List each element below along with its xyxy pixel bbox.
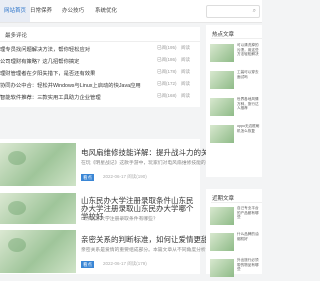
hot-article-thumbnail[interactable] (210, 44, 234, 62)
article-summary: 山东民办大学注册录取条件有哪些？ (81, 217, 158, 222)
article-thumbnail[interactable] (0, 230, 76, 273)
article-tag[interactable]: 看点 (81, 174, 94, 181)
recent-article-thumbnail[interactable] (210, 259, 234, 277)
nav-item-home[interactable]: 网站首页 (0, 0, 31, 22)
hot-article-item[interactable]: 可以清洗掉的污渍，用这些方法轻松解决 (210, 42, 262, 66)
list-item[interactable]: 智能软件推荐：三款实用工具助力企业管理 已阅(168) 阅读 (0, 91, 200, 103)
divider (211, 202, 262, 203)
article-thumbnail[interactable] (0, 143, 76, 186)
list-item[interactable]: 协同办公中合：轻松并Windows与Linux上启动的快Java应用 已阅(17… (0, 79, 200, 91)
most-commented-card: 最多评论 理专员找问题解决方法，帮你轻松应对 已阅(195) 阅读 公司理财有策… (0, 27, 200, 107)
hot-article-title[interactable]: 世界各地风情万种，旅行达人推荐 (237, 97, 262, 111)
list-item[interactable]: 公司理财有策略？这几招帮你搞定 已阅(186) 阅读 (0, 55, 200, 67)
article-meta: 2022-06-17 阅读(190) (103, 174, 147, 179)
list-item-read: 阅读 (181, 45, 190, 50)
divider (0, 41, 200, 42)
hot-article-title[interactable]: oppo无边框刷机怎么恢复 (237, 124, 262, 133)
list-item-views: 已阅(195) (157, 45, 177, 50)
nav-item-office-tips[interactable]: 办公技巧 (62, 0, 84, 22)
list-item-read: 阅读 (181, 69, 190, 74)
article-card[interactable]: 亲密关系的判断标准，如何让爱情更甜蜜 亲密关系是爱情的重要组成部分。本篇文章从不… (0, 224, 254, 274)
recent-article-item[interactable]: 什么品牌的油烟机好 (210, 231, 262, 255)
recent-articles-title: 近期文章 (212, 196, 235, 202)
divider (211, 38, 262, 39)
nav-item-maintenance[interactable]: 日常保养 (30, 0, 52, 22)
list-item-title[interactable]: 理专员找问题解决方法，帮你轻松应对 (0, 45, 90, 53)
recent-article-title[interactable]: 外出旅行必须带的物品有哪些 (237, 258, 262, 272)
hot-article-item[interactable]: oppo无边框刷机怎么恢复 (210, 123, 262, 147)
list-item[interactable]: 理财管理者在夕阳失措下，是否还有效果 已阅(178) 阅读 (0, 67, 200, 79)
list-item-views: 已阅(186) (157, 57, 177, 62)
hot-articles-box: 热点文章 可以清洗掉的污渍，用这些方法轻松解决 工装可以穿去面试吗 世界各地风情… (206, 25, 262, 177)
list-item-read: 阅读 (181, 57, 190, 62)
hot-article-item[interactable]: 工装可以穿去面试吗 (210, 69, 262, 93)
recent-article-item[interactable]: 外出旅行必须带的物品有哪些 (210, 257, 262, 281)
list-item[interactable]: 理专员找问题解决方法，帮你轻松应对 已阅(195) 阅读 (0, 43, 200, 55)
recent-article-title[interactable]: 什么品牌的油烟机好 (237, 232, 262, 241)
article-meta: 2022-06-17 阅读(179) (103, 261, 147, 266)
list-item-views: 已阅(172) (157, 81, 177, 86)
recent-article-item[interactable]: 自己专业平台的产品都有哪些 (210, 205, 262, 229)
list-item-views: 已阅(168) (157, 93, 177, 98)
top-navigation: 网站首页 日常保养 办公技巧 系统优化 ⌕ (0, 0, 262, 23)
hot-article-thumbnail[interactable] (210, 125, 234, 143)
hot-article-title[interactable]: 工装可以穿去面试吗 (237, 70, 262, 79)
list-item-title[interactable]: 协同办公中合：轻松并Windows与Linux上启动的快Java应用 (0, 81, 141, 89)
card-title: 最多评论 (5, 33, 28, 39)
hot-article-thumbnail[interactable] (210, 98, 234, 116)
search-input[interactable]: ⌕ (206, 5, 260, 18)
hot-article-thumbnail[interactable] (210, 71, 234, 89)
hot-article-title[interactable]: 可以清洗掉的污渍，用这些方法轻松解决 (237, 43, 262, 57)
search-icon[interactable]: ⌕ (253, 8, 256, 15)
recent-article-thumbnail[interactable] (210, 233, 234, 251)
recent-article-title[interactable]: 自己专业平台的产品都有哪些 (237, 206, 262, 220)
nav-item-system-optimize[interactable]: 系统优化 (95, 0, 117, 22)
recent-article-thumbnail[interactable] (210, 207, 234, 225)
list-item-views: 已阅(178) (157, 69, 177, 74)
article-card[interactable]: 电风扇维修技能详解：提升战斗力的关键策略 在玩《明星战记》这款手游中，玩家们对电… (0, 139, 259, 190)
list-item-title[interactable]: 公司理财有策略？这几招帮你搞定 (0, 57, 79, 65)
list-item-read: 阅读 (181, 93, 190, 98)
article-title[interactable]: 亲密关系的判断标准，如何让爱情更甜蜜 (81, 234, 216, 245)
hot-article-item[interactable]: 世界各地风情万种，旅行达人推荐 (210, 96, 262, 120)
list-item-read: 阅读 (181, 81, 190, 86)
list-item-title[interactable]: 理财管理者在夕阳失措下，是否还有效果 (0, 69, 95, 77)
list-item-title[interactable]: 智能软件推荐：三款实用工具助力企业管理 (0, 93, 101, 101)
recent-articles-box: 近期文章 自己专业平台的产品都有哪些 什么品牌的油烟机好 外出旅行必须带的物品有… (206, 189, 262, 277)
article-tag[interactable]: 看点 (81, 261, 94, 268)
hot-articles-title: 热点文章 (212, 32, 235, 38)
